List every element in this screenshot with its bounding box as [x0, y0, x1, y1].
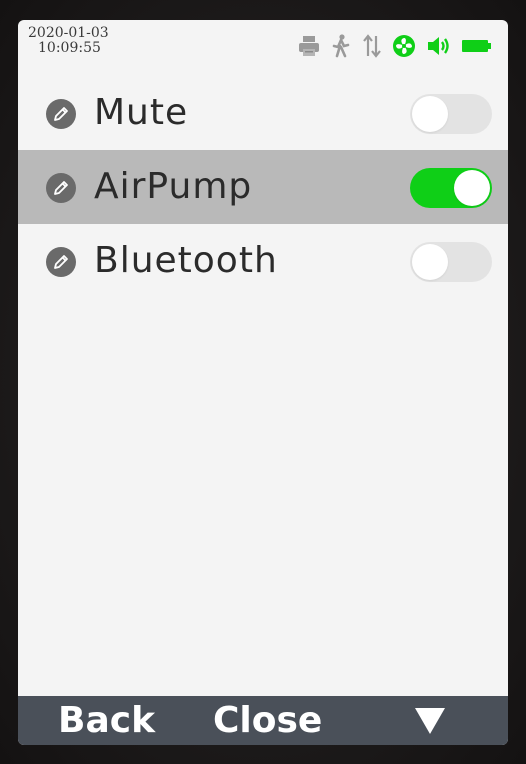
printer-icon [299, 36, 319, 56]
arrows-up-down-icon [363, 34, 381, 58]
status-datetime: 2020-01-03 10:09:55 [28, 26, 109, 56]
device-screen: 2020-01-03 10:09:55 Mute AirPump Bluetoo… [18, 20, 508, 745]
setting-label-mute: Mute [94, 92, 189, 133]
speaker-icon [428, 37, 449, 55]
settings-list: Mute AirPump Bluetooth [18, 76, 508, 298]
edit-pencil-icon [46, 247, 76, 277]
airpump-toggle[interactable] [410, 168, 492, 208]
setting-label-airpump: AirPump [94, 166, 253, 207]
toggle-knob [412, 96, 448, 132]
back-button[interactable]: Back [58, 696, 155, 745]
battery-icon [462, 40, 491, 52]
toggle-knob [454, 170, 490, 206]
setting-row-bluetooth[interactable]: Bluetooth [18, 224, 508, 298]
close-button[interactable]: Close [213, 696, 322, 745]
walking-person-icon [332, 34, 350, 58]
bluetooth-toggle[interactable] [410, 242, 492, 282]
status-time: 10:09:55 [38, 40, 101, 56]
status-bar: 2020-01-03 10:09:55 [18, 20, 508, 76]
mute-toggle[interactable] [410, 94, 492, 134]
setting-row-airpump[interactable]: AirPump [18, 150, 508, 224]
setting-row-mute[interactable]: Mute [18, 76, 508, 150]
status-date: 2020-01-03 [28, 25, 109, 41]
edit-pencil-icon [46, 173, 76, 203]
softkey-bar: Back Close [18, 696, 508, 745]
triangle-down-icon[interactable] [414, 706, 446, 736]
edit-pencil-icon [46, 99, 76, 129]
setting-label-bluetooth: Bluetooth [94, 240, 278, 281]
status-icons [298, 32, 492, 60]
fan-icon [393, 35, 415, 57]
toggle-knob [412, 244, 448, 280]
device-bezel: 2020-01-03 10:09:55 Mute AirPump Bluetoo… [0, 0, 526, 764]
